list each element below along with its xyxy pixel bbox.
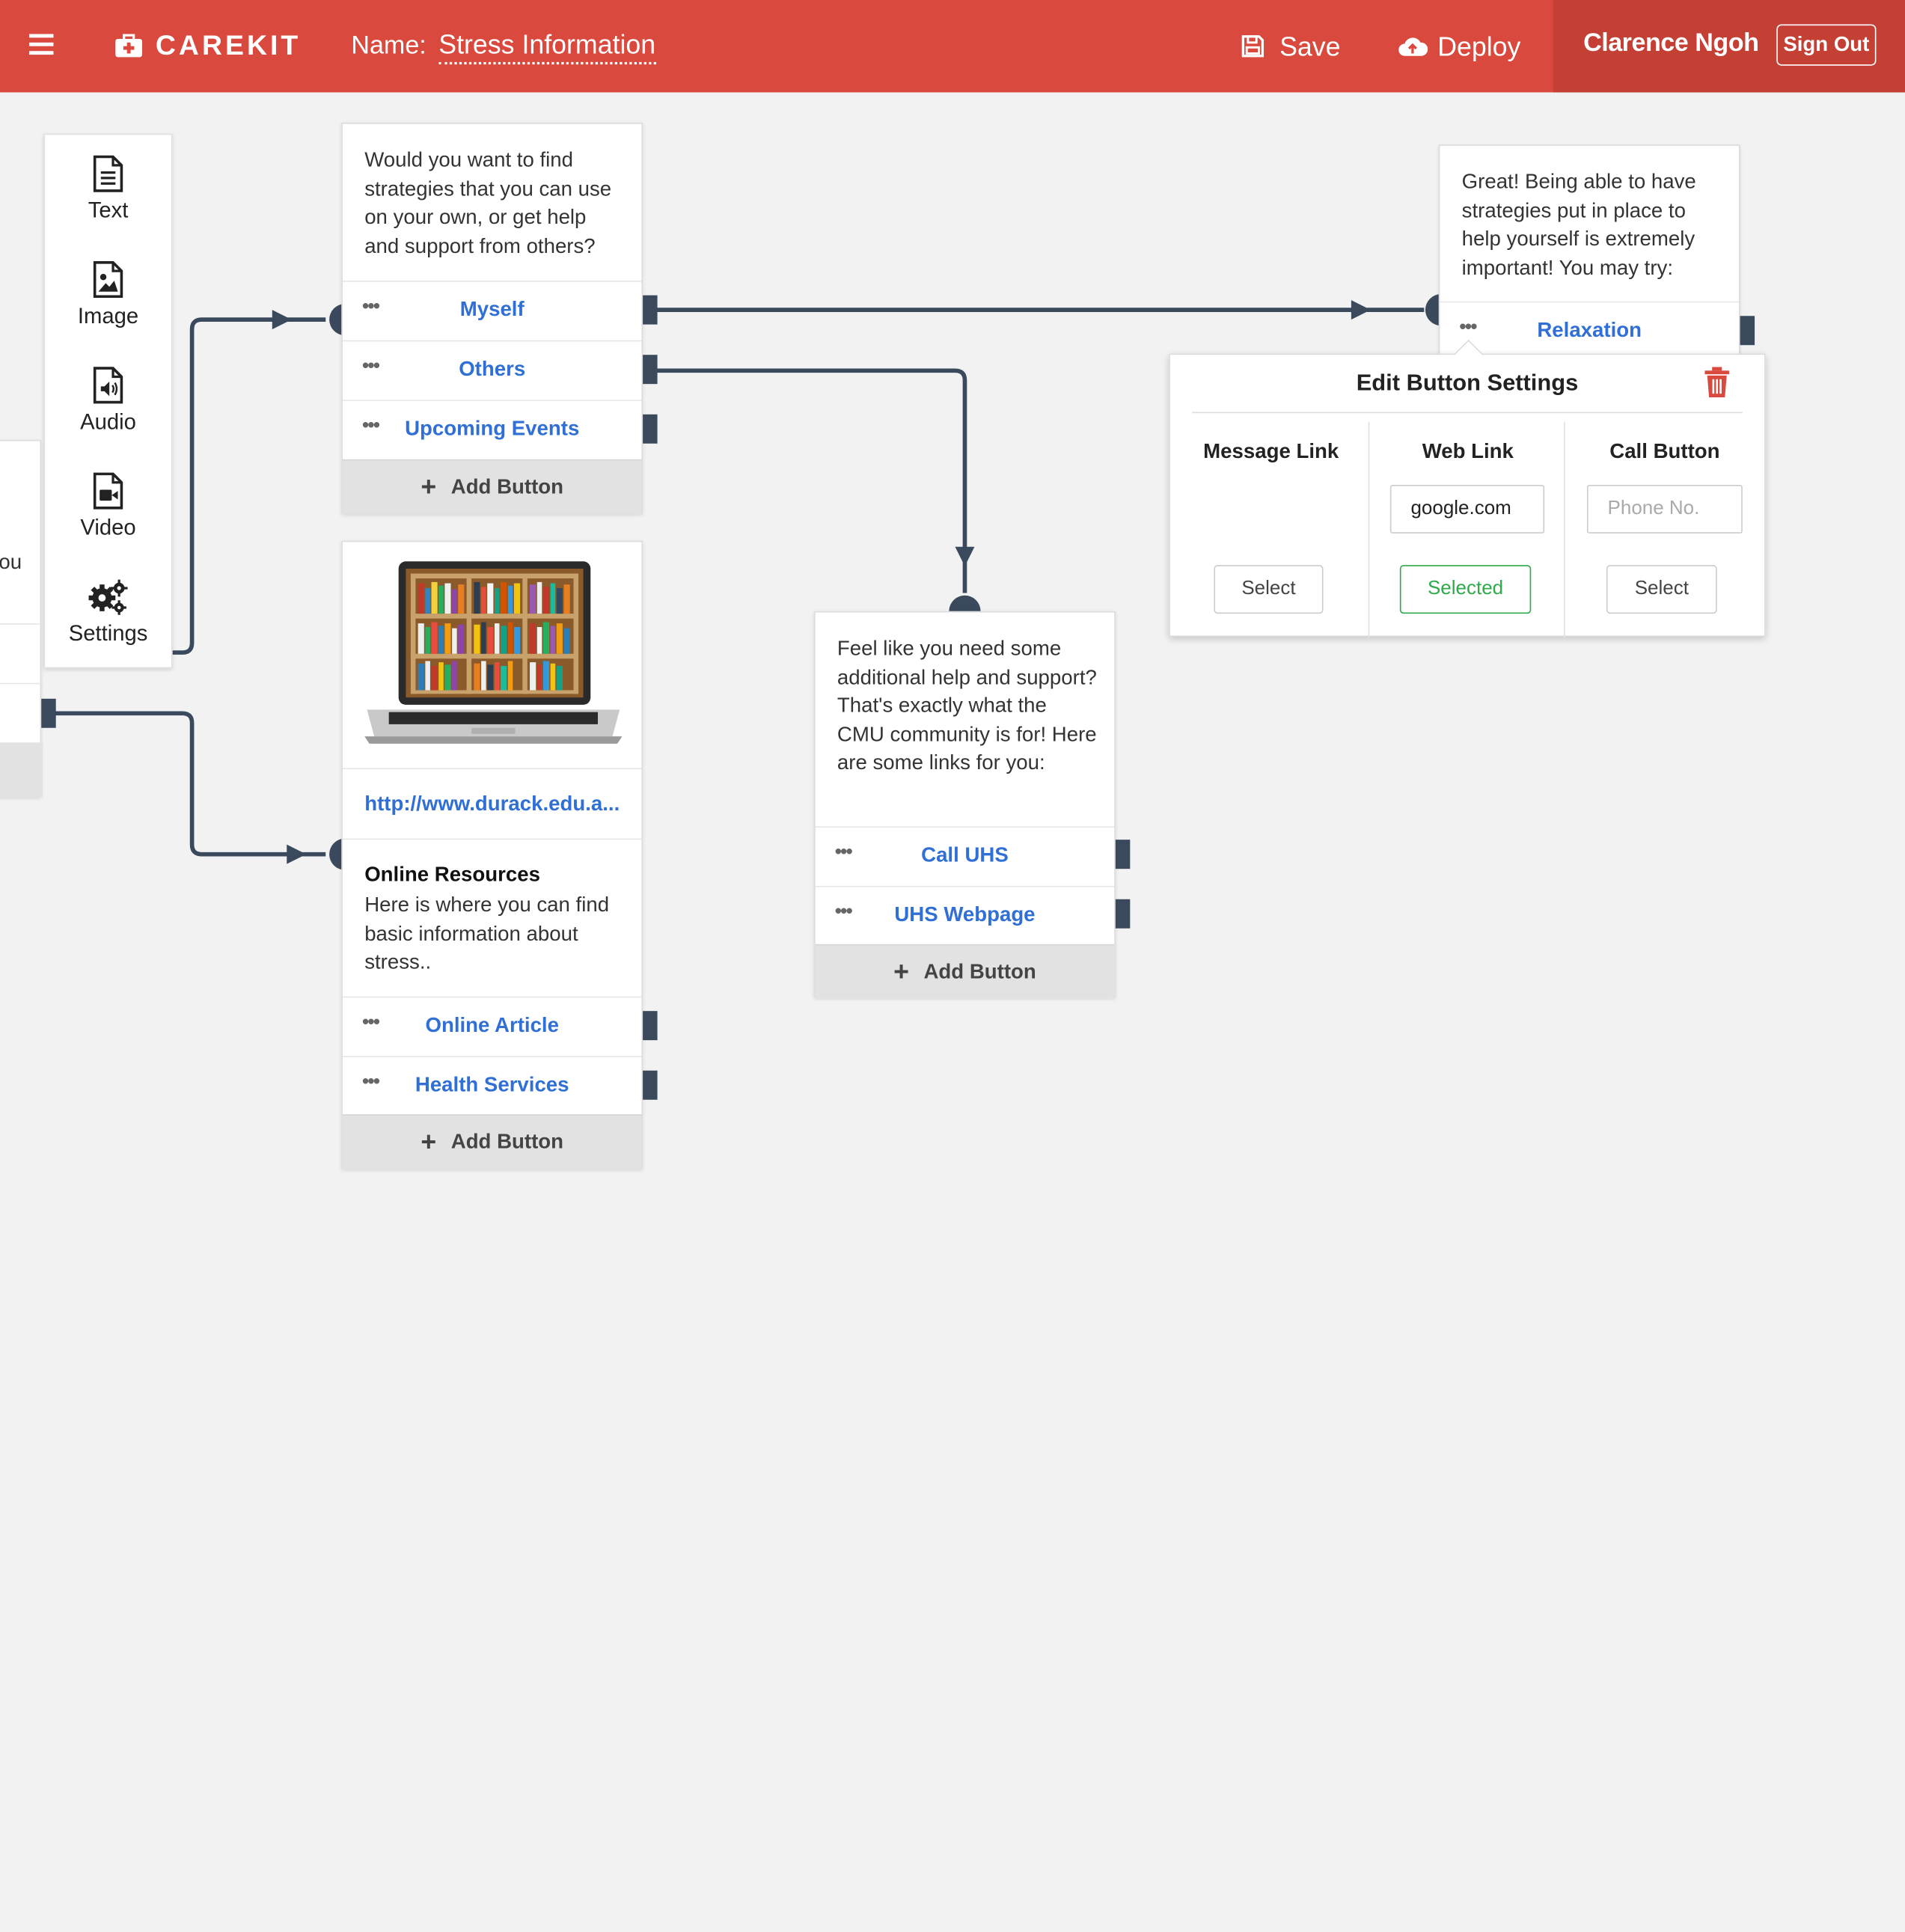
cloud-upload-icon[interactable] [1398, 34, 1428, 58]
resources-card[interactable]: http://www.durack.edu.a... Online Resour… [341, 540, 643, 1170]
card-divider [342, 768, 642, 769]
button-label[interactable]: Relaxation [1440, 318, 1739, 342]
palette-text[interactable]: Text [45, 154, 171, 251]
menu-icon[interactable] [28, 34, 54, 55]
palette-audio[interactable]: Audio [45, 366, 171, 463]
web-link-header: Web Link [1422, 439, 1514, 463]
offscreen-card-port[interactable] [41, 698, 56, 728]
output-port[interactable] [643, 1070, 658, 1100]
add-button-label: Add Button [923, 959, 1036, 983]
add-button[interactable]: + Add Button [815, 944, 1115, 999]
add-button[interactable]: + Add Button [342, 459, 642, 514]
question-card-text: Would you want to find strategies that y… [364, 148, 612, 257]
resources-title: Online Resources [364, 863, 540, 886]
add-button[interactable]: + Add Button [342, 1114, 642, 1170]
resource-url-link[interactable]: http://www.durack.edu.a... [364, 792, 620, 816]
button-label[interactable]: Upcoming Events [343, 417, 642, 441]
palette-settings[interactable]: Settings [45, 577, 171, 674]
offscreen-card-text: ou [0, 550, 22, 574]
offscreen-card[interactable]: ou [0, 439, 43, 798]
top-bar: CAREKIT Name: Stress Information Save De… [0, 0, 1905, 93]
user-name: Clarence Ngoh [1583, 28, 1759, 58]
call-button-select-button[interactable]: Select [1606, 565, 1717, 614]
button-row-uhs-webpage[interactable]: ••• UHS Webpage [815, 885, 1115, 946]
plus-icon: + [421, 471, 437, 502]
message-link-header: Message Link [1203, 439, 1339, 463]
offscreen-card-divider [0, 682, 43, 685]
output-port[interactable] [1740, 316, 1755, 346]
button-row-others[interactable]: ••• Others [342, 340, 642, 400]
button-row-call-uhs[interactable]: ••• Call UHS [815, 826, 1115, 886]
question-card[interactable]: Would you want to find strategies that y… [341, 123, 643, 514]
palette-audio-label: Audio [80, 409, 136, 434]
button-label[interactable]: Health Services [343, 1073, 642, 1097]
user-area: Clarence Ngoh Sign Out [1553, 0, 1905, 93]
phone-number-input[interactable] [1586, 484, 1743, 534]
button-label[interactable]: Call UHS [816, 843, 1115, 867]
popup-title: Edit Button Settings [1356, 370, 1579, 397]
text-doc-icon [93, 155, 123, 192]
palette-video[interactable]: Video [45, 471, 171, 569]
plus-icon: + [893, 956, 910, 987]
palette-video-label: Video [80, 515, 136, 540]
button-label[interactable]: Online Article [343, 1013, 642, 1037]
audio-doc-icon [93, 367, 123, 404]
palette-image[interactable]: Image [45, 260, 171, 358]
relaxation-card[interactable]: Great! Being able to have strategies put… [1438, 144, 1740, 364]
output-port[interactable] [643, 414, 658, 444]
brand-logo[interactable]: CAREKIT [156, 29, 301, 62]
output-port[interactable] [1115, 899, 1131, 929]
column-divider [1368, 421, 1370, 638]
component-palette: Text Image Audio Video Settings [43, 133, 173, 669]
offscreen-card-divider [0, 623, 43, 625]
output-port[interactable] [1115, 840, 1131, 869]
save-icon[interactable] [1241, 34, 1265, 58]
button-row-myself[interactable]: ••• Myself [342, 281, 642, 340]
palette-text-label: Text [88, 198, 129, 223]
output-port[interactable] [643, 355, 658, 385]
laptop-bookshelf-image [362, 559, 625, 746]
web-link-selected-button[interactable]: Selected [1399, 565, 1532, 614]
output-port[interactable] [643, 1011, 658, 1041]
popup-title-divider [1192, 412, 1743, 414]
call-button-header: Call Button [1609, 439, 1720, 463]
resources-text: Here is where you can find basic informa… [364, 893, 610, 973]
relaxation-card-text: Great! Being able to have strategies put… [1461, 170, 1696, 279]
support-card[interactable]: Feel like you need some additional help … [814, 611, 1116, 999]
button-label[interactable]: Myself [343, 298, 642, 322]
support-card-text: Feel like you need some additional help … [837, 636, 1097, 774]
plus-icon: + [421, 1126, 437, 1158]
medkit-icon [115, 34, 143, 58]
deploy-button[interactable]: Deploy [1437, 31, 1520, 63]
edit-button-settings-popup: Edit Button Settings Message Link Web Li… [1169, 339, 1766, 638]
output-port[interactable] [643, 295, 658, 325]
palette-image-label: Image [77, 304, 139, 328]
message-link-select-button[interactable]: Select [1214, 565, 1324, 614]
image-doc-icon [93, 260, 123, 299]
offscreen-card-add-row[interactable] [0, 742, 43, 798]
name-label: Name: [351, 31, 426, 60]
save-button[interactable]: Save [1279, 31, 1340, 63]
gears-icon [88, 579, 128, 615]
trash-icon[interactable] [1702, 367, 1731, 398]
card-divider [342, 838, 642, 840]
laptop-image [364, 561, 623, 744]
button-label[interactable]: Others [343, 357, 642, 381]
web-link-input[interactable] [1389, 484, 1545, 534]
palette-settings-label: Settings [68, 620, 148, 646]
video-doc-icon [93, 472, 123, 510]
button-label[interactable]: UHS Webpage [816, 903, 1115, 927]
project-name-field[interactable]: Stress Information [438, 29, 656, 65]
add-button-label: Add Button [450, 1130, 564, 1154]
button-row-upcoming-events[interactable]: ••• Upcoming Events [342, 400, 642, 459]
button-row-online-article[interactable]: ••• Online Article [342, 996, 642, 1057]
sign-out-button[interactable]: Sign Out [1776, 24, 1877, 66]
button-row-health-services[interactable]: ••• Health Services [342, 1056, 642, 1116]
add-button-label: Add Button [450, 474, 564, 498]
